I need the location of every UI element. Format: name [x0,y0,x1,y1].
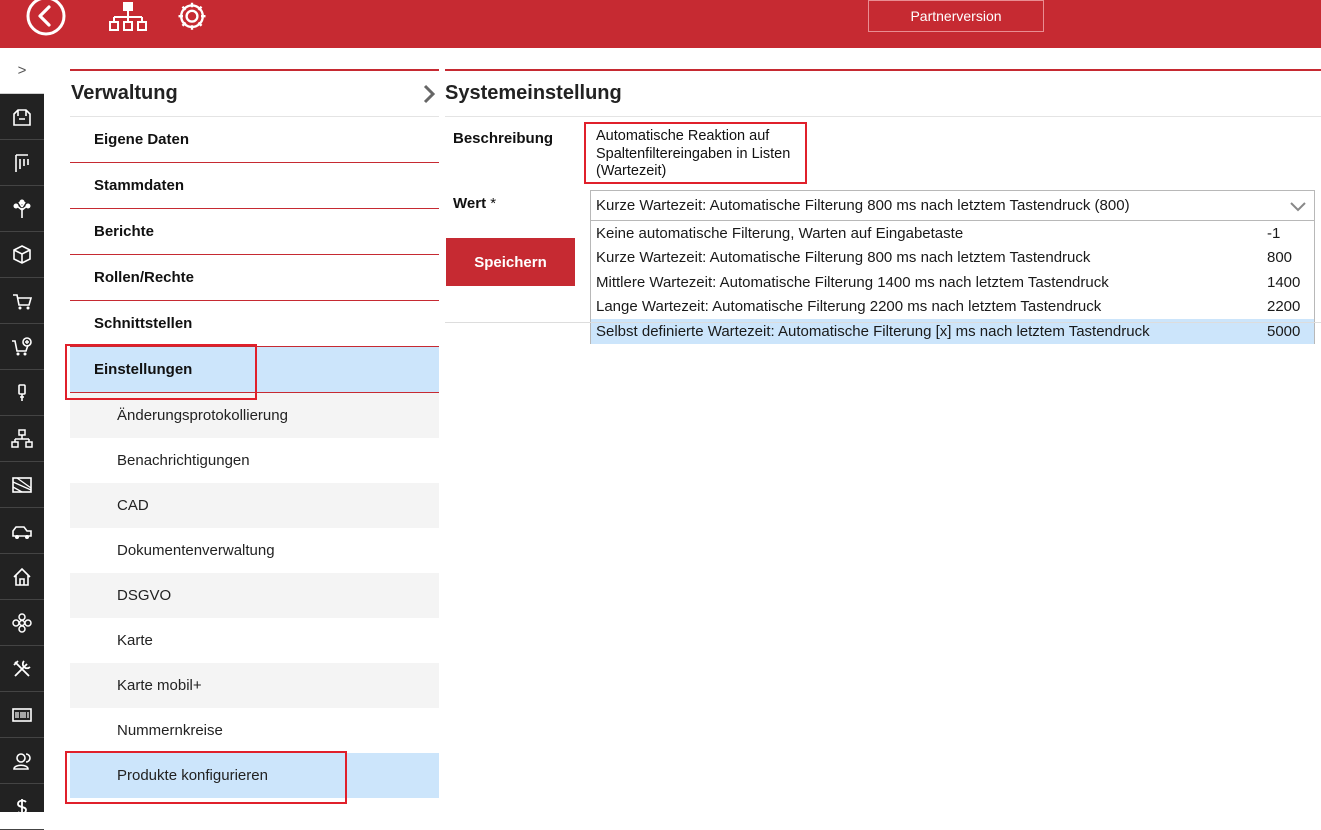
value-label-text: Wert [453,195,487,212]
form-divider [445,322,1321,323]
option-label: Mittlere Wartezeit: Automatische Filteru… [596,273,1109,291]
map-icon[interactable] [0,462,44,508]
nav-item-einstellungen[interactable]: Einstellungen [70,347,439,393]
description-text: Automatische Reaktion auf Spaltenfiltere… [596,128,801,181]
partnerversion-button[interactable]: Partnerversion [868,0,1044,32]
sitemap-icon[interactable] [108,0,148,36]
value-select[interactable]: Kurze Wartezeit: Automatische Filterung … [590,190,1315,221]
save-button[interactable]: Speichern [446,238,575,286]
option-value: 1400 [1267,273,1301,291]
sidebar-expand-button[interactable]: > [0,48,44,94]
home-icon[interactable] [0,554,44,600]
chevron-right-icon [423,84,436,103]
sub-item-karte[interactable]: Karte [70,618,439,663]
nav-header[interactable]: Verwaltung [70,69,439,117]
nav-item-eigene-daten[interactable]: Eigene Daten [70,117,439,163]
tree-icon[interactable] [0,186,44,232]
left-sidebar: > [0,48,44,830]
panel-header: Systemeinstellung [445,69,1321,117]
user-group-icon[interactable] [0,738,44,784]
nav-item-rollen-rechte[interactable]: Rollen/Rechte [70,255,439,301]
measure-icon[interactable] [0,140,44,186]
sub-item-dsgvo[interactable]: DSGVO [70,573,439,618]
option-value: 5000 [1267,322,1301,340]
shopping-cart-add-icon[interactable] [0,324,44,370]
description-line: (Wartezeit) [596,163,667,179]
option-label: Lange Wartezeit: Automatische Filterung … [596,298,1102,316]
vehicles-icon[interactable] [0,508,44,554]
option-label: Kurze Wartezeit: Automatische Filterung … [596,249,1091,267]
usb-plug-icon[interactable] [0,370,44,416]
nav-item-schnittstellen[interactable]: Schnittstellen [70,301,439,347]
sub-item-benachrichtigungen[interactable]: Benachrichtigungen [70,438,439,483]
money-icon[interactable] [0,784,44,830]
flower-icon[interactable] [0,600,44,646]
option-value: 2200 [1267,298,1301,316]
top-bar: Partnerversion [0,0,1321,48]
option-label: Selbst definierte Wartezeit: Automatisch… [596,322,1150,340]
contacts-icon[interactable] [0,94,44,140]
chevron-down-icon [1290,201,1306,211]
description-label: Beschreibung [453,130,554,147]
barcode-icon[interactable] [0,692,44,738]
tools-icon[interactable] [0,646,44,692]
value-dropdown-list: Keine automatische Filterung, Warten auf… [590,221,1315,344]
panel-title: Systemeinstellung [445,82,622,104]
dropdown-option[interactable]: Mittlere Wartezeit: Automatische Filteru… [591,270,1314,295]
option-value: 800 [1267,249,1293,267]
sub-item-dokumentenverwaltung[interactable]: Dokumentenverwaltung [70,528,439,573]
icon-rail [0,94,44,830]
nav-item-berichte[interactable]: Berichte [70,209,439,255]
settings-panel: Systemeinstellung [445,69,1321,117]
sub-item-nummernkreise[interactable]: Nummernkreise [70,708,439,753]
cube-icon[interactable] [0,232,44,278]
sub-item-karte-mobil[interactable]: Karte mobil+ [70,663,439,708]
option-value: -1 [1267,224,1281,242]
sub-item-aenderungsprotokollierung[interactable]: Änderungsprotokollierung [70,393,439,438]
description-line: Spaltenfiltereingaben in Listen [596,145,791,162]
selected-value: Kurze Wartezeit: Automatische Filterung … [596,197,1130,214]
nav-title: Verwaltung [71,82,178,104]
dropdown-option[interactable]: Keine automatische Filterung, Warten auf… [591,221,1314,246]
value-label: Wert * [453,195,496,212]
hierarchy-icon[interactable] [0,416,44,462]
dropdown-option[interactable]: Lange Wartezeit: Automatische Filterung … [591,295,1314,320]
cart-icon[interactable] [0,278,44,324]
gear-icon[interactable] [170,0,214,36]
dropdown-option[interactable]: Kurze Wartezeit: Automatische Filterung … [591,246,1314,271]
sub-item-produkte-konfigurieren[interactable]: Produkte konfigurieren [70,753,439,798]
nav-item-stammdaten[interactable]: Stammdaten [70,163,439,209]
back-arrow-icon[interactable] [24,0,68,36]
description-line: Automatische Reaktion auf [596,128,770,144]
admin-navigation: Verwaltung Eigene Daten Stammdaten Beric… [70,69,439,798]
option-label: Keine automatische Filterung, Warten auf… [596,224,964,242]
sub-item-cad[interactable]: CAD [70,483,439,528]
required-marker: * [490,195,497,212]
